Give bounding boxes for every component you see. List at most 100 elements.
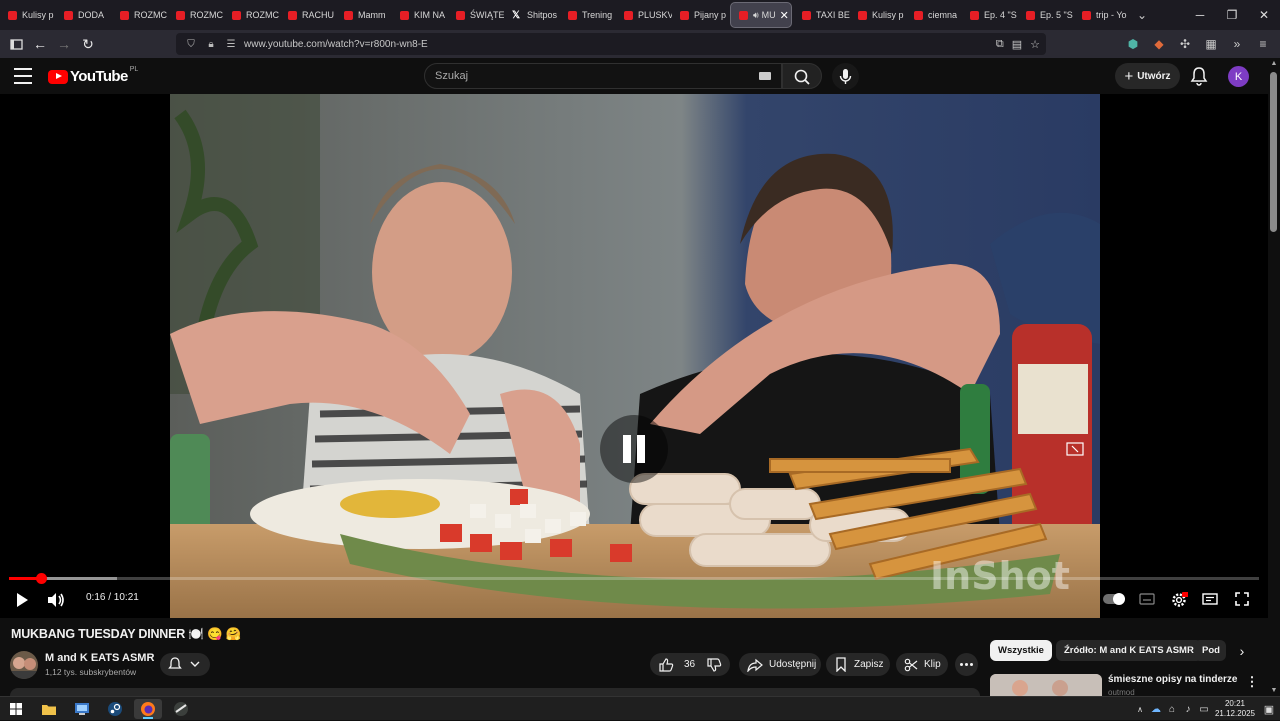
share-button[interactable]: Udostępnij [739,653,821,676]
chip-more[interactable]: Pod [1194,640,1226,661]
related-menu-icon[interactable]: ⋮ [1245,674,1259,690]
create-button[interactable]: + Utwórz [1115,63,1180,89]
bookmark-star-icon[interactable]: ☆ [1030,38,1040,51]
progress-scrubber[interactable] [36,573,47,584]
more-tools-icon[interactable]: » [1228,34,1246,54]
browser-tab[interactable]: Mamm [336,0,392,30]
browser-tab[interactable]: TAXI BE [794,0,850,30]
extensions-puzzle-icon[interactable]: ✣ [1176,34,1194,54]
scroll-down-arrow-icon[interactable]: ▼ [1270,687,1278,694]
channel-avatar[interactable] [10,651,38,679]
more-actions-button[interactable] [955,653,978,676]
volume-button[interactable] [46,590,66,610]
browser-tab[interactable]: Kulisy p [0,0,56,30]
dislike-button[interactable] [698,653,730,676]
permissions-icon[interactable]: ☰ [224,39,238,50]
hamburger-menu-icon[interactable] [14,68,32,84]
browser-tab[interactable]: ROZMC [224,0,280,30]
browser-tab[interactable]: ciemna [906,0,962,30]
save-button[interactable]: Zapisz [826,653,890,676]
taskbar-clock[interactable]: 20:21 21.12.2025 [1212,699,1258,719]
keyboard-icon[interactable] [759,72,771,80]
autoplay-toggle[interactable] [1103,593,1125,605]
windows-start-icon[interactable] [2,699,30,719]
minimize-button[interactable]: ─ [1184,0,1216,30]
video-player[interactable]: InShot [0,94,1268,618]
browser-tab[interactable]: 𝕏 Shitpos [504,0,560,30]
video-frame[interactable]: InShot [170,94,1100,618]
subscription-bell-button[interactable] [160,653,210,676]
tray-display-icon[interactable]: ▭ [1196,704,1212,715]
browser-tab[interactable]: ROZMC [168,0,224,30]
file-explorer-icon[interactable] [35,699,63,719]
chip-all[interactable]: Wszystkie [990,640,1052,661]
browser-tab[interactable]: Trening [560,0,616,30]
extension-fox-icon[interactable]: ◆ [1150,34,1168,54]
tray-cloud-icon[interactable]: ☁ [1148,704,1164,715]
description-box[interactable] [10,688,980,696]
app-menu-icon[interactable]: ≡ [1254,34,1272,54]
tray-volume-icon[interactable]: ♪ [1180,704,1196,715]
search-button[interactable] [782,63,822,89]
browser-tab[interactable]: PLUSKV [616,0,672,30]
play-button[interactable] [12,590,32,610]
extension-shield-icon[interactable]: ⬢ [1124,34,1142,54]
scroll-up-arrow-icon[interactable]: ▲ [1270,60,1278,67]
browser-tab[interactable]: Pijany p [672,0,728,30]
restore-button[interactable]: ❐ [1216,0,1248,30]
related-video-thumbnail[interactable] [990,674,1102,696]
reader-view-icon[interactable]: ▤ [1012,38,1022,51]
voice-search-button[interactable] [832,63,859,90]
browser-tab[interactable]: Kulisy p [850,0,906,30]
related-video-title[interactable]: śmieszne opisy na tinderze [1108,674,1238,685]
theater-mode-button[interactable] [1201,591,1219,607]
channel-name[interactable]: M and K EATS ASMR [45,652,154,664]
youtube-logo[interactable]: YouTube PL [48,66,138,85]
close-window-button[interactable]: ✕ [1248,0,1280,30]
settings-button[interactable] [1169,590,1189,610]
control-panel-icon[interactable] [68,699,96,719]
browser-tab[interactable]: ŚWIĄTE [448,0,504,30]
reload-button[interactable]: ↻ [76,32,100,56]
chip-source-channel[interactable]: Źródło: M and K EATS ASMR [1056,640,1202,661]
tab-audio-icon[interactable]: 🔊︎ [753,10,759,21]
shield-icon[interactable]: ⛉ [184,39,198,50]
scrollbar-thumb[interactable] [1270,72,1277,232]
fullscreen-button[interactable] [1233,590,1251,608]
browser-tab[interactable]: DODA [56,0,112,30]
steam-icon[interactable] [101,699,129,719]
browser-tab[interactable]: ROZMC [112,0,168,30]
tab-close-icon[interactable]: ✕ [780,9,789,22]
center-pause-icon[interactable] [600,415,668,483]
firefox-icon[interactable] [134,699,162,719]
page-scrollbar[interactable]: ▲ ▼ [1268,58,1280,696]
browser-tab[interactable]: Ep. 5 "S [1018,0,1074,30]
miniplayer-icon[interactable] [1066,442,1084,456]
account-avatar[interactable]: K [1228,66,1249,87]
extension-calendar-icon[interactable]: ▦ [1202,34,1220,54]
tray-overflow-icon[interactable]: ∧ [1132,705,1148,714]
lock-icon[interactable]: 🔒︎ [204,39,218,50]
browser-tab[interactable]: trip - Yo [1074,0,1130,30]
forward-button[interactable]: → [52,32,76,56]
browser-tab[interactable]: Ep. 4 "S [962,0,1018,30]
url-bar[interactable]: ⛉ 🔒︎ ☰ www.youtube.com/watch?v=r800n-wn8… [176,33,1046,55]
browser-tab[interactable]: RACHU [280,0,336,30]
url-text[interactable]: www.youtube.com/watch?v=r800n-wn8-E [244,39,428,50]
telescope-app-icon[interactable] [167,699,195,719]
tray-network-icon[interactable]: ⌂ [1164,704,1180,715]
back-button[interactable]: ← [28,32,52,56]
tab-list-dropdown[interactable]: ⌄ [1130,8,1154,22]
browser-tab[interactable]: KIM NA [392,0,448,30]
sidebar-toggle-icon[interactable] [4,32,28,56]
notification-center-icon[interactable]: ▣ [1258,703,1280,716]
chips-next-arrow-icon[interactable]: › [1232,640,1252,661]
video-progress-bar[interactable] [9,577,1259,580]
browser-tab[interactable]: 🔊︎ MU ✕ [730,2,792,28]
picture-in-picture-icon[interactable]: ⧉ [996,38,1004,51]
search-input[interactable]: Szukaj [424,63,782,89]
notifications-bell-icon[interactable] [1190,66,1208,86]
subtitles-button[interactable] [1138,592,1156,606]
clip-button[interactable]: Klip [896,653,948,676]
like-button[interactable]: 36 [658,657,695,673]
